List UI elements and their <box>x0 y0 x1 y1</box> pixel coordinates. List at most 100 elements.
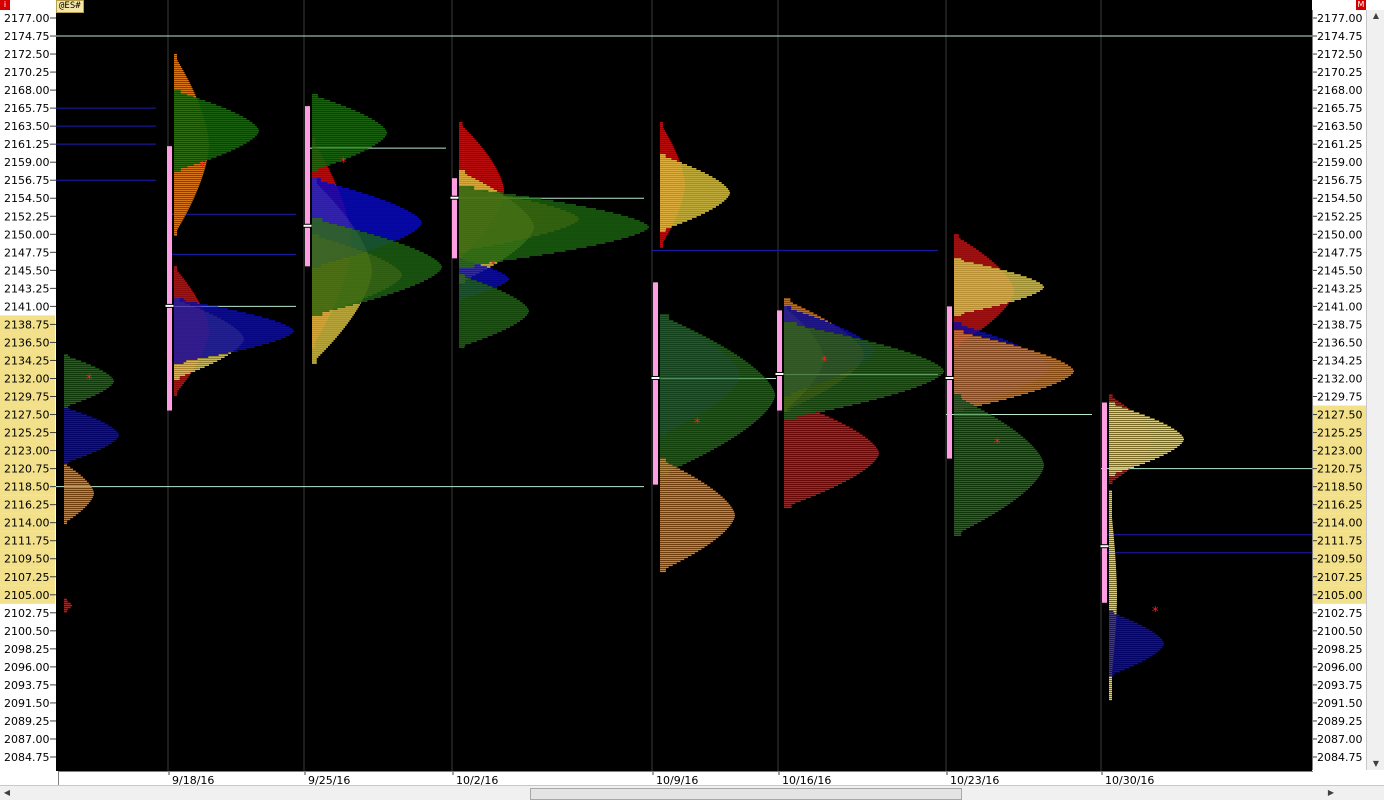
profile-row-green <box>312 96 319 98</box>
profile-row-yellow <box>1109 418 1155 421</box>
profile-row-green <box>459 290 502 292</box>
profile-row-red <box>1109 482 1113 485</box>
profile-row-yellow <box>1109 606 1117 609</box>
profile-row-orange <box>784 300 791 302</box>
profile-row-yellow <box>954 258 962 260</box>
left-tick-label: 2116.25 <box>4 499 50 512</box>
profile-row-orange <box>64 490 94 493</box>
right-tick-label: 2123.00 <box>1317 445 1363 458</box>
profile-row-green <box>660 354 737 356</box>
profile-row-green <box>954 506 1005 509</box>
profile-row-blue <box>174 304 208 306</box>
profile-row-red <box>64 602 71 605</box>
profile-row-green <box>174 130 259 132</box>
profile-row-yellow <box>1109 542 1115 545</box>
profile-row-green <box>660 386 773 388</box>
plot-area[interactable]: * * * * * * * * <box>56 0 1312 771</box>
profile-row-yellow <box>312 352 323 354</box>
profile-row-green <box>784 394 892 396</box>
profile-row-green <box>312 144 376 146</box>
scroll-up-icon[interactable]: ▲ <box>1369 10 1383 22</box>
profile-row-blue <box>64 426 112 429</box>
profile-row-green <box>312 124 381 126</box>
profile-row-green <box>312 232 368 234</box>
profile-row-green <box>459 300 520 302</box>
profile-row-orange <box>660 550 699 553</box>
left-tick-label: 2100.50 <box>4 625 50 638</box>
profile-row-yellow <box>954 290 1041 292</box>
profile-9-11-16: * <box>64 354 119 613</box>
right-tick-label: 2136.50 <box>1317 336 1363 349</box>
profile-10-23-16: * <box>944 234 1074 537</box>
profile-row-green <box>312 108 352 110</box>
profile-row-blue <box>1109 664 1134 667</box>
right-tick-label: 2156.75 <box>1317 174 1363 187</box>
right-price-axis[interactable]: 2177.00 2174.75 2172.50 2170.25 2168.00 2165.… <box>1312 10 1367 770</box>
profile-row-green <box>784 372 944 374</box>
vertical-scrollbar[interactable]: ▲ ▼ <box>1366 10 1384 770</box>
indicator-button[interactable]: i <box>0 0 10 10</box>
profile-row-yellow <box>1109 596 1117 599</box>
profile-row-blue <box>1109 644 1164 647</box>
date-axis-svg: 9/18/16 9/25/16 10/2/16 10/9/16 10/16/16 10/2… <box>168 772 1154 787</box>
profile-row-red <box>784 428 853 431</box>
profile-row-orange <box>174 190 198 192</box>
profile-row-orange <box>174 86 192 88</box>
profile-row-yellow <box>1109 434 1182 437</box>
single-print-marker: * <box>994 437 1001 452</box>
profile-row-yellow <box>660 186 727 188</box>
profile-row-red <box>660 128 664 130</box>
right-tick-label: 2096.00 <box>1317 661 1363 674</box>
profile-row-yellow <box>954 302 1008 304</box>
profile-row-orange <box>954 376 1069 378</box>
profile-row-green <box>459 208 596 210</box>
scroll-thumb[interactable] <box>530 788 962 800</box>
profile-row-orange <box>660 554 692 557</box>
horizontal-scrollbar[interactable]: ◀ ▶ <box>0 785 1384 800</box>
profile-row-red <box>784 448 878 451</box>
profile-row-green <box>459 294 510 296</box>
profile-row-red <box>459 122 463 124</box>
profile-row-yellow <box>1109 562 1116 565</box>
profile-row-green <box>954 418 998 421</box>
date-axis[interactable]: 9/18/16 9/25/16 10/2/16 10/9/16 10/16/16 10/2… <box>58 771 1313 787</box>
profile-row-green <box>312 100 331 102</box>
profile-row-green <box>312 242 400 244</box>
profile-row-green <box>459 250 566 252</box>
profile-row-green <box>459 220 640 222</box>
profile-row-green <box>459 320 521 322</box>
menu-button[interactable]: M <box>1356 0 1366 10</box>
profile-row-green <box>954 454 1040 457</box>
profile-row-red <box>660 126 663 128</box>
profile-row-blue <box>174 306 219 308</box>
profile-row-red <box>64 598 67 601</box>
profile-row-yellow <box>174 366 205 368</box>
profile-row-green <box>174 158 212 160</box>
profile-row-green <box>459 214 622 216</box>
profile-row-green <box>312 256 432 258</box>
profile-row-green <box>312 248 415 250</box>
profile-row-red <box>459 130 468 132</box>
profile-row-green <box>64 354 68 356</box>
profile-row-yellow <box>1109 414 1145 417</box>
profile-row-yellow <box>1109 408 1128 411</box>
profile-row-blue <box>1109 622 1139 625</box>
left-price-axis[interactable]: 2177.00 2174.75 2172.50 2170.25 2168.00 2165.… <box>0 10 57 770</box>
profile-row-blue <box>64 412 82 415</box>
profile-row-blue <box>954 328 974 330</box>
profile-row-orange <box>174 192 197 194</box>
profile-row-green <box>459 308 529 310</box>
profile-row-orange <box>174 210 188 212</box>
profile-row-yellow <box>1109 502 1112 505</box>
scroll-left-icon[interactable]: ◀ <box>0 786 14 800</box>
profile-row-green <box>660 446 718 448</box>
scroll-down-icon[interactable]: ▼ <box>1369 758 1383 770</box>
scroll-right-icon[interactable]: ▶ <box>1324 786 1338 800</box>
profile-row-yellow <box>1109 514 1112 517</box>
profile-row-green <box>174 164 194 166</box>
profile-row-yellow <box>1109 680 1112 683</box>
profile-row-blue <box>784 308 792 310</box>
profile-row-yellow <box>660 172 705 174</box>
profile-row-green <box>784 376 939 378</box>
profile-row-yellow <box>1109 518 1113 521</box>
